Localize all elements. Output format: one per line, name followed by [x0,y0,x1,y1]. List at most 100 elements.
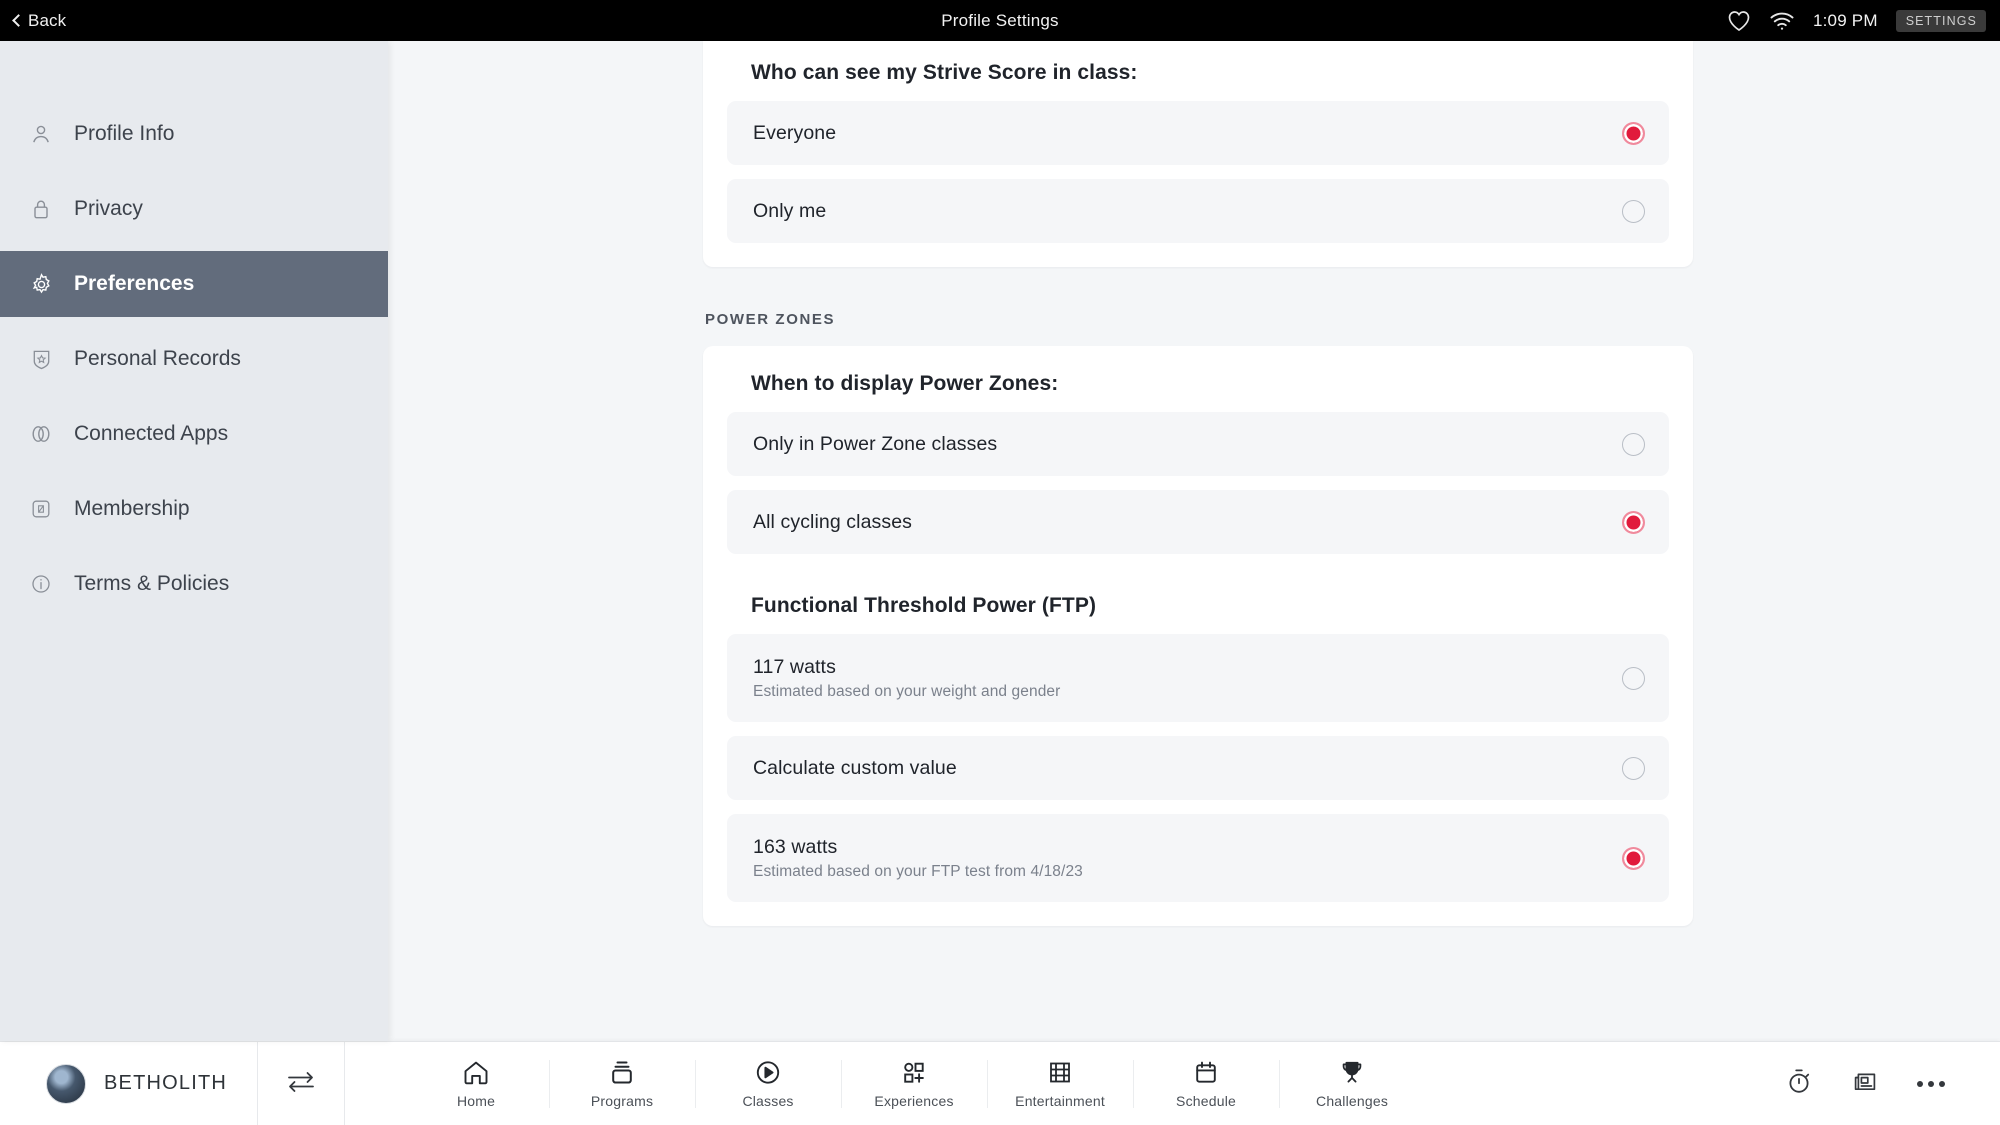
calendar-icon [1192,1059,1220,1086]
link-icon [28,421,54,447]
sidebar-item-connected-apps[interactable]: Connected Apps [0,401,388,467]
nav-item-label: Schedule [1176,1092,1237,1109]
person-icon [28,121,54,147]
power-zones-section-label: POWER ZONES [705,311,836,328]
sidebar-item-label: Preferences [74,272,195,295]
main-nav: Home Programs Classes Experiences Entert… [403,1042,1425,1125]
info-icon [28,571,54,597]
user-name: BETHOLITH [104,1072,228,1094]
chevron-left-icon [12,14,25,27]
news-icon [1851,1067,1879,1100]
back-button-label: Back [28,10,67,30]
strive-score-question: Who can see my Strive Score in class: [751,61,1138,84]
lock-icon [28,196,54,222]
nav-item-label: Challenges [1316,1092,1389,1109]
nav-item-entertainment[interactable]: Entertainment [987,1042,1133,1125]
sidebar-item-label: Personal Records [74,347,241,370]
power-zones-option-all-cycling[interactable]: All cycling classes [727,490,1669,554]
nav-item-experiences[interactable]: Experiences [841,1042,987,1125]
nav-item-home[interactable]: Home [403,1042,549,1125]
power-zones-card: When to display Power Zones: Only in Pow… [703,346,1693,926]
bottom-right-actions [1782,1067,2000,1101]
option-text: Only me [753,200,826,223]
option-text: 163 watts Estimated based on your FTP te… [753,836,1083,881]
ftp-option-163-watts[interactable]: 163 watts Estimated based on your FTP te… [727,814,1669,902]
sidebar-item-privacy[interactable]: Privacy [0,176,388,242]
sidebar-item-label: Profile Info [74,122,175,145]
option-text: All cycling classes [753,511,912,534]
ftp-option-117-watts[interactable]: 117 watts Estimated based on your weight… [727,634,1669,722]
wifi-icon[interactable] [1769,11,1795,31]
radio-button[interactable] [1622,199,1645,223]
stopwatch-icon [1785,1067,1813,1100]
strive-option-everyone[interactable]: Everyone [727,101,1669,165]
app-root: Back Profile Settings 1:09 PM SETTINGS P… [0,0,2000,1125]
top-status-bar: Back Profile Settings 1:09 PM SETTINGS [0,0,2000,41]
strive-option-only-me[interactable]: Only me [727,179,1669,243]
radio-button-selected[interactable] [1622,846,1645,870]
ftp-heading: Functional Threshold Power (FTP) [751,594,1097,617]
stopwatch-button[interactable] [1782,1067,1816,1101]
avatar [46,1063,86,1104]
radio-button-selected[interactable] [1622,510,1645,534]
switch-user-icon [284,1068,318,1099]
trophy-icon [1338,1059,1366,1086]
option-label: Only me [753,199,827,222]
strive-score-card: Who can see my Strive Score in class: Ev… [703,41,1693,267]
sidebar-item-personal-records[interactable]: Personal Records [0,326,388,392]
settings-content-scroll[interactable]: Who can see my Strive Score in class: Ev… [388,41,2000,1041]
option-text: 117 watts Estimated based on your weight… [753,656,1060,701]
badge-star-icon [28,346,54,372]
radio-button[interactable] [1622,666,1645,690]
option-label: 117 watts [753,655,836,678]
option-text: Calculate custom value [753,757,957,780]
nav-item-label: Programs [590,1092,654,1109]
news-button[interactable] [1848,1067,1882,1101]
power-zones-question: When to display Power Zones: [751,372,1059,395]
nav-item-label: Entertainment [1015,1092,1105,1109]
radio-button[interactable] [1622,432,1645,456]
settings-sidebar: Profile Info Privacy Preferences Persona… [0,41,388,1041]
option-text: Only in Power Zone classes [753,433,997,456]
settings-content: Who can see my Strive Score in class: Ev… [703,41,1693,926]
sidebar-item-label: Privacy [74,197,143,220]
option-text: Everyone [753,122,836,145]
switch-user-button[interactable] [258,1042,344,1125]
clock: 1:09 PM [1812,10,1878,30]
settings-badge[interactable]: SETTINGS [1895,9,1986,32]
nav-item-programs[interactable]: Programs [549,1042,695,1125]
option-sublabel: Estimated based on your FTP test from 4/… [753,862,1083,880]
option-label: Calculate custom value [753,756,957,779]
user-profile-chip[interactable]: BETHOLITH [0,1042,257,1125]
option-label: Only in Power Zone classes [753,432,998,455]
sidebar-item-membership[interactable]: Membership [0,476,388,542]
card-icon [28,496,54,522]
status-tray: 1:09 PM SETTINGS [1727,9,2000,32]
sidebar-item-label: Membership [74,497,190,520]
sidebar-item-preferences[interactable]: Preferences [0,251,388,317]
gear-icon [28,271,54,297]
radio-button-selected[interactable] [1622,121,1645,145]
sidebar-item-profile-info[interactable]: Profile Info [0,101,388,167]
more-button[interactable] [1914,1067,1948,1101]
back-button[interactable]: Back [12,10,67,31]
radio-button[interactable] [1622,756,1645,780]
nav-item-classes[interactable]: Classes [695,1042,841,1125]
option-label: Everyone [753,121,837,144]
play-circle-icon [754,1059,782,1086]
sidebar-item-terms-policies[interactable]: Terms & Policies [0,551,388,617]
sidebar-item-label: Terms & Policies [74,572,230,595]
ftp-option-calculate-custom[interactable]: Calculate custom value [727,736,1669,800]
power-zones-option-only-pz[interactable]: Only in Power Zone classes [727,412,1669,476]
divider [344,1041,346,1125]
sidebar-item-label: Connected Apps [74,422,229,445]
option-sublabel: Estimated based on your weight and gende… [753,682,1061,700]
window-title: Profile Settings [941,10,1059,30]
option-label: 163 watts [753,835,838,858]
nav-item-label: Classes [742,1092,794,1109]
option-label: All cycling classes [753,510,913,533]
nav-item-challenges[interactable]: Challenges [1279,1042,1425,1125]
heart-icon[interactable] [1727,10,1751,32]
nav-item-schedule[interactable]: Schedule [1133,1042,1279,1125]
nav-item-label: Home [456,1092,496,1109]
